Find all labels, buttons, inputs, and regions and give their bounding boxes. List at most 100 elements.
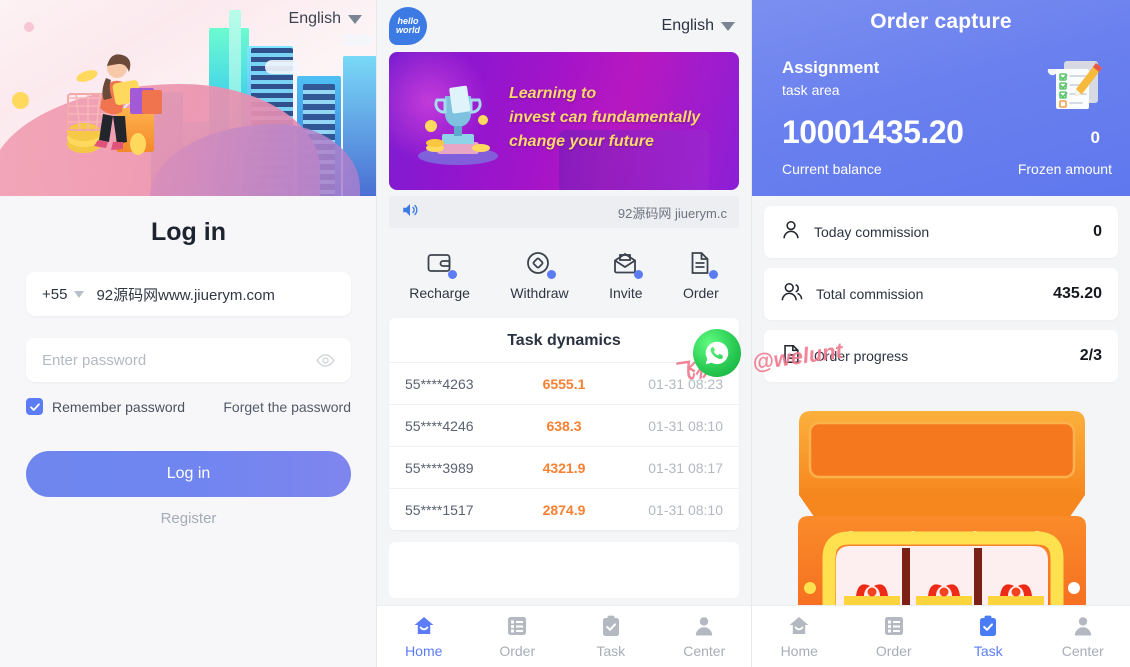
row-time: 01-31 08:10 bbox=[648, 501, 723, 518]
home-icon bbox=[412, 614, 436, 638]
promo-banner[interactable]: Learning to invest can fundamentally cha… bbox=[389, 52, 739, 190]
tab-home[interactable]: Home bbox=[761, 614, 837, 659]
country-code[interactable]: +55 bbox=[42, 286, 67, 303]
notice-text: 92源码网 jiuerym.c bbox=[617, 205, 727, 221]
register-link[interactable]: Register bbox=[0, 510, 376, 527]
current-balance-value: 10001435.20 bbox=[782, 114, 964, 150]
quick-action-invite[interactable]: Invite bbox=[609, 250, 643, 301]
next-section-card-clipped bbox=[389, 542, 739, 598]
document-icon bbox=[687, 250, 718, 279]
quick-action-label: Recharge bbox=[409, 284, 470, 301]
chevron-down-icon bbox=[721, 21, 735, 31]
tab-task[interactable]: Task bbox=[573, 614, 649, 659]
order-capture-header: Order capture Assignment task area 10001… bbox=[752, 0, 1130, 196]
withdraw-icon bbox=[525, 250, 557, 279]
tab-order[interactable]: Order bbox=[479, 614, 555, 659]
hello-world-logo[interactable]: hello world bbox=[389, 7, 427, 45]
trophy-illustration bbox=[415, 80, 501, 166]
quick-action-recharge[interactable]: Recharge bbox=[409, 250, 470, 301]
stat-total-commission[interactable]: Total commission 435.20 bbox=[764, 268, 1118, 320]
checkbox-checked-icon[interactable] bbox=[26, 398, 43, 415]
row-user: 55****3989 bbox=[405, 459, 474, 476]
tab-center[interactable]: Center bbox=[666, 614, 742, 659]
notice-bar[interactable]: 92源码网 jiuerym.c bbox=[389, 196, 739, 228]
login-button[interactable]: Log in bbox=[26, 451, 351, 497]
stat-value: 435.20 bbox=[1053, 285, 1102, 302]
table-row[interactable]: 55****1517 2874.9 01-31 08:10 bbox=[389, 488, 739, 530]
tab-order[interactable]: Order bbox=[856, 614, 932, 659]
phone-input-value[interactable]: 92源码网www.jiuerym.com bbox=[96, 284, 274, 305]
badge-dot bbox=[447, 269, 457, 279]
language-label: English bbox=[661, 17, 714, 34]
table-row[interactable]: 55****4246 638.3 01-31 08:10 bbox=[389, 404, 739, 446]
tab-label: Home bbox=[405, 643, 443, 659]
person-icon bbox=[780, 219, 802, 246]
badge-dot bbox=[633, 269, 643, 279]
forget-password-link[interactable]: Forget the password bbox=[223, 399, 351, 415]
remember-row: Remember password Forget the password bbox=[26, 398, 351, 415]
stat-today-commission[interactable]: Today commission 0 bbox=[764, 206, 1118, 258]
list-icon bbox=[505, 614, 529, 638]
language-label: English bbox=[288, 10, 341, 27]
banner-line-3: change your future bbox=[509, 133, 654, 150]
treasure-chest-illustration[interactable] bbox=[752, 398, 1130, 640]
password-field[interactable]: Enter password bbox=[26, 338, 351, 382]
shopper-illustration bbox=[58, 32, 178, 182]
stat-left: Total commission bbox=[780, 281, 923, 308]
frozen-amount-value: 0 bbox=[1090, 128, 1100, 147]
quick-action-label: Withdraw bbox=[510, 284, 569, 301]
stat-left: Today commission bbox=[780, 219, 929, 246]
row-amount: 6555.1 bbox=[542, 375, 586, 392]
language-selector-login[interactable]: English bbox=[289, 10, 362, 28]
remember-password-label: Remember password bbox=[52, 398, 186, 415]
tab-label: Task bbox=[596, 643, 626, 659]
banner-line-1: Learning to bbox=[509, 85, 597, 102]
stat-label: Total commission bbox=[816, 286, 924, 302]
quick-action-label: Invite bbox=[609, 284, 643, 301]
row-amount: 4321.9 bbox=[542, 459, 586, 476]
login-panel: English Log in +55 92源码网www.jiuerym.com … bbox=[0, 0, 377, 667]
table-row[interactable]: 55****3989 4321.9 01-31 08:17 bbox=[389, 446, 739, 488]
list-icon bbox=[882, 614, 906, 638]
tab-label: Center bbox=[683, 643, 726, 659]
remember-password-checkbox[interactable]: Remember password bbox=[26, 398, 185, 415]
row-time: 01-31 08:17 bbox=[648, 459, 723, 476]
tab-task[interactable]: Task bbox=[950, 614, 1026, 659]
chevron-down-icon bbox=[348, 14, 362, 24]
password-placeholder[interactable]: Enter password bbox=[42, 352, 146, 369]
stat-value: 2/3 bbox=[1079, 347, 1102, 364]
tab-label: Order bbox=[875, 643, 912, 659]
envelope-icon bbox=[612, 250, 643, 279]
stat-label: Today commission bbox=[814, 224, 930, 240]
quick-action-order[interactable]: Order bbox=[683, 250, 719, 301]
wallet-icon bbox=[426, 250, 457, 279]
chevron-down-icon bbox=[74, 290, 85, 298]
row-user: 55****4263 bbox=[405, 375, 474, 392]
task-panel: Order capture Assignment task area 10001… bbox=[752, 0, 1130, 667]
eye-icon[interactable] bbox=[316, 351, 335, 370]
frozen-amount-label: Frozen amount bbox=[1017, 161, 1112, 177]
login-hero-illustration bbox=[0, 0, 376, 196]
tab-home[interactable]: Home bbox=[386, 614, 462, 659]
row-user: 55****1517 bbox=[405, 501, 474, 518]
person-icon bbox=[1071, 614, 1095, 638]
row-amount: 638.3 bbox=[546, 417, 582, 434]
quick-action-label: Order bbox=[682, 284, 719, 301]
badge-dot bbox=[708, 269, 718, 279]
row-time: 01-31 08:10 bbox=[648, 417, 723, 434]
assignment-title: Assignment bbox=[782, 58, 880, 77]
row-user: 55****4246 bbox=[405, 417, 474, 434]
clipboard-icon bbox=[599, 614, 623, 638]
home-tabbar: Home Order Task Center bbox=[377, 605, 751, 667]
phone-field[interactable]: +55 92源码网www.jiuerym.com bbox=[26, 272, 351, 316]
language-selector-home[interactable]: English bbox=[662, 17, 735, 35]
three-panel-screenshot: English Log in +55 92源码网www.jiuerym.com … bbox=[0, 0, 1130, 667]
checklist-icon bbox=[1040, 55, 1106, 119]
task-dynamics-card: Task dynamics 55****4263 6555.1 01-31 08… bbox=[389, 318, 739, 530]
home-panel: hello world English Learning to invest c… bbox=[377, 0, 752, 667]
quick-actions: Recharge Withdraw Invite Order bbox=[389, 238, 739, 312]
tab-center[interactable]: Center bbox=[1045, 614, 1121, 659]
page-title: Log in bbox=[151, 218, 226, 246]
whatsapp-watermark-icon bbox=[693, 329, 741, 377]
quick-action-withdraw[interactable]: Withdraw bbox=[510, 250, 569, 301]
